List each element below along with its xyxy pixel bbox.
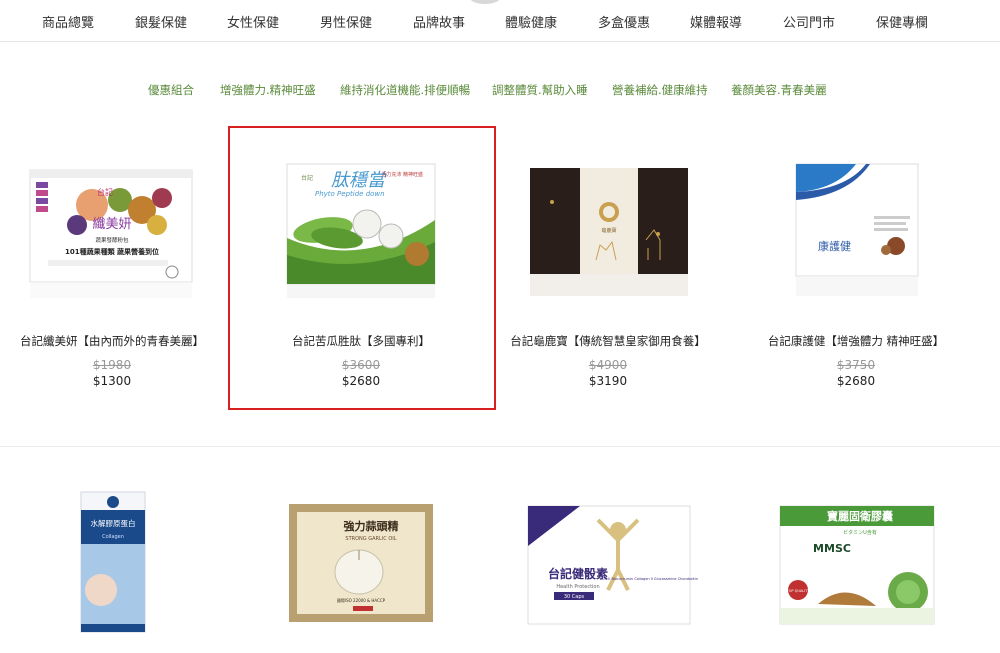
nav-item-men-health[interactable]: 男性保健: [301, 15, 391, 33]
box-title: 強力蒜頭精: [344, 519, 399, 533]
main-navigation: 商品總覽 銀髮保健 女性保健 男性保健 品牌故事 體驗健康 多盒優惠 媒體報導 …: [0, 0, 1000, 42]
nav-item-senior-health[interactable]: 銀髮保健: [116, 15, 206, 33]
nav-item-multi-box-deals[interactable]: 多盒優惠: [579, 15, 669, 33]
selected-product-highlight: [228, 126, 496, 410]
product-image[interactable]: 強力蒜頭精 STRONG GARLIC OIL 國際ISO 22000 & HA…: [241, 480, 481, 649]
box-count: 30 Caps: [564, 594, 585, 600]
original-price: $1980: [92, 358, 132, 372]
box-title: 康護健: [818, 239, 851, 253]
box-title: 寶麗固衛膠囊: [827, 509, 894, 523]
nav-item-stores[interactable]: 公司門市: [764, 15, 854, 33]
product-name[interactable]: 台記龜鹿寶【傳統智慧皇家御用食養】: [478, 333, 738, 349]
box-ingredients: UC-II Biocurcumin Collagen II Glucosamin…: [602, 577, 698, 581]
product-image[interactable]: 龜鹿寶: [488, 150, 728, 300]
subnav-item-digestion[interactable]: 維持消化道機能.排便順暢: [340, 82, 470, 98]
box-line2: 101種蔬果種類 蔬果營養到位: [65, 247, 159, 256]
product-name[interactable]: 台記康護健【增強體力 精神旺盛】: [726, 333, 986, 349]
subnav-item-nutrition[interactable]: 營養補給.健康維持: [612, 82, 708, 98]
product-image[interactable]: 康護健: [736, 150, 976, 300]
sale-price: $2680: [836, 374, 876, 388]
product-image[interactable]: 台記 纖美妍 蔬果發酵粉包 101種蔬果種類 蔬果營養到位: [0, 150, 232, 300]
box-title: 台記健骰素: [548, 566, 608, 581]
box-mark: MMSC: [813, 542, 851, 555]
box-badge: TOP QUALITY: [785, 589, 810, 593]
category-subnav: 優惠組合 增強體力.精神旺盛 維持消化道機能.排便順暢 調整體質.幫助入睡 營養…: [0, 82, 1000, 100]
box-title: 水解膠原蛋白: [91, 518, 136, 528]
row-divider: [0, 446, 1000, 447]
subnav-item-energy[interactable]: 增強體力.精神旺盛: [220, 82, 316, 98]
product-name[interactable]: 台記纖美妍【由內而外的青春美麗】: [0, 333, 242, 349]
original-price: $4900: [588, 358, 628, 372]
box-title: 龜鹿寶: [601, 227, 616, 234]
box-line1: 蔬果發酵粉包: [95, 236, 129, 244]
subnav-item-beauty[interactable]: 養顏美容.青春美麗: [731, 82, 827, 98]
product-image[interactable]: 寶麗固衛膠囊 ビタミンU含有 MMSC TOP QUALITY: [736, 480, 976, 649]
subnav-item-sleep[interactable]: 調整體質.幫助入睡: [492, 82, 588, 98]
nav-item-health-column[interactable]: 保健專欄: [857, 15, 947, 33]
box-brand: 台記: [97, 187, 113, 197]
box-sub: Health Protection: [556, 584, 599, 590]
nav-item-media-reports[interactable]: 媒體報導: [671, 15, 761, 33]
sale-price: $3190: [588, 374, 628, 388]
box-sub: Collagen: [102, 534, 124, 540]
product-image[interactable]: 台記健骰素 Health Protection 30 Caps UC-II Bi…: [488, 480, 728, 649]
nav-item-experience-health[interactable]: 體驗健康: [486, 15, 576, 33]
nav-item-brand-story[interactable]: 品牌故事: [394, 15, 484, 33]
box-title: 纖美妍: [92, 217, 131, 232]
subnav-item-deals[interactable]: 優惠組合: [148, 82, 194, 98]
original-price: $3750: [836, 358, 876, 372]
product-image[interactable]: 水解膠原蛋白 Collagen: [0, 480, 233, 649]
nav-item-all-products[interactable]: 商品總覽: [23, 15, 113, 33]
box-sub: STRONG GARLIC OIL: [345, 536, 396, 542]
box-cert: 國際ISO 22000 & HACCP: [337, 597, 386, 603]
sale-price: $1300: [92, 374, 132, 388]
box-sub: ビタミンU含有: [843, 529, 877, 536]
nav-item-women-health[interactable]: 女性保健: [208, 15, 298, 33]
